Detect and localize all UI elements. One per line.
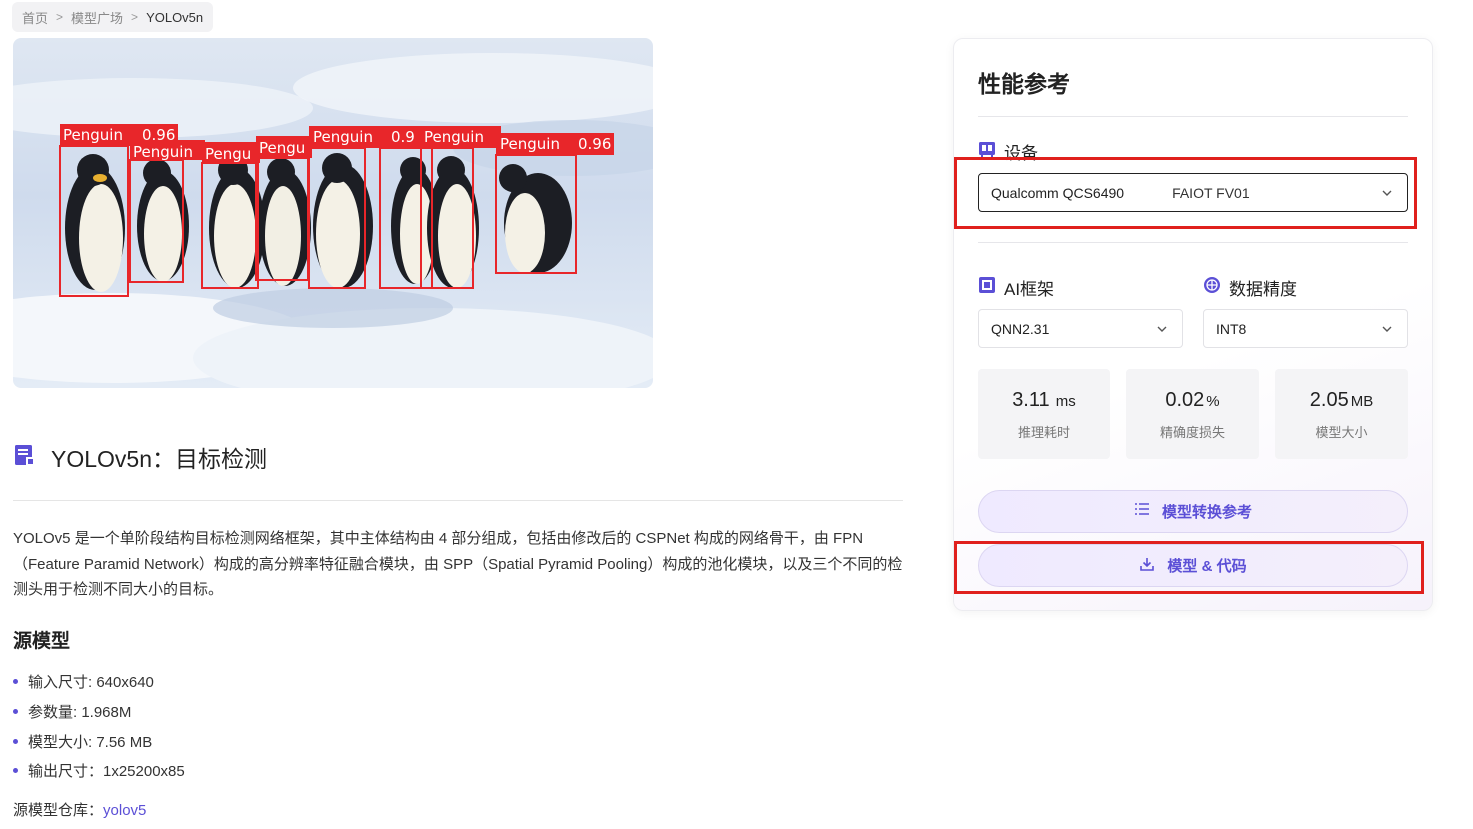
framework-icon (978, 276, 996, 299)
framework-label: AI框架 (978, 275, 1054, 300)
source-repo: 源模型仓库：yolov5 (13, 799, 146, 820)
detection-label: Penguin (424, 128, 484, 146)
precision-select[interactable]: INT8 (1203, 309, 1408, 348)
metric-value: 2.05 (1309, 389, 1349, 411)
divider (978, 116, 1408, 117)
framework-select[interactable]: QNN2.31 (978, 309, 1183, 348)
metric-latency: 3.11 ms 推理耗时 (978, 369, 1110, 459)
breadcrumb-current: YOLOv5n (146, 9, 204, 25)
convert-button-label: 模型转换参考 (1161, 504, 1252, 521)
detection-score: 0.9 (391, 128, 415, 146)
metric-value: 0.02 (1165, 389, 1205, 411)
detection-example-image: Penguin 0.96 Penguin Pengu Pengu Penguin… (13, 38, 653, 388)
performance-panel: 性能参考 设备 Qualcomm QCS6490 FAIOT FV01 AI框架… (953, 38, 1433, 611)
framework-label-text: AI框架 (1004, 280, 1055, 299)
document-icon (13, 443, 37, 472)
detection-label: Penguin (133, 143, 193, 161)
annotation-box-download (954, 541, 1424, 594)
framework-value: QNN2.31 (991, 320, 1050, 337)
metric-unit: ms (1051, 393, 1076, 410)
bullet-icon (13, 679, 18, 685)
breadcrumb: 首页 > 模型广场 > YOLOv5n (12, 2, 214, 32)
metric-label: 推理耗时 (1017, 425, 1070, 440)
precision-label-text: 数据精度 (1229, 280, 1297, 299)
annotation-box-device (954, 157, 1417, 229)
metric-model-size: 2.05 MB 模型大小 (1275, 369, 1408, 459)
model-title-row: YOLOv5n：目标检测 (13, 440, 267, 474)
metric-label: 模型大小 (1315, 425, 1368, 440)
detection-label: Penguin (63, 126, 123, 144)
list-item: 输入尺寸: 640x640 (13, 667, 185, 697)
repo-link[interactable]: yolov5 (103, 802, 146, 819)
chevron-right-icon: > (56, 10, 64, 24)
spec-text: 参数量: 1.968M (28, 704, 132, 722)
source-model-heading: 源模型 (13, 631, 71, 652)
convert-reference-button[interactable]: 模型转换参考 (978, 490, 1408, 533)
divider (13, 500, 903, 501)
breadcrumb-models[interactable]: 模型广场 (71, 8, 123, 27)
metric-label: 精确度损失 (1159, 425, 1225, 440)
chevron-down-icon (1381, 322, 1393, 338)
spec-text: 输入尺寸: 640x640 (28, 674, 154, 692)
metric-value: 3.11 (1012, 389, 1050, 411)
bullet-icon (13, 768, 18, 774)
spec-text: 模型大小: 7.56 MB (28, 733, 153, 751)
list-item: 输出尺寸：1x25200x85 (13, 756, 185, 786)
metric-unit: % (1206, 393, 1220, 410)
model-description: YOLOv5 是一个单阶段结构目标检测网络框架，其中主体结构由 4 部分组成，包… (13, 530, 903, 598)
metric-accuracy-loss: 0.02% 精确度损失 (1126, 369, 1259, 459)
divider (978, 242, 1408, 243)
detection-score: 0.96 (578, 135, 611, 153)
detection-label: Pengu (205, 145, 251, 163)
metric-unit: MB (1350, 393, 1374, 410)
detection-label: Penguin (313, 128, 373, 146)
globe-icon (1203, 276, 1221, 299)
chevron-down-icon (1156, 322, 1168, 338)
precision-value: INT8 (1216, 320, 1247, 337)
repo-label: 源模型仓库： (13, 802, 104, 819)
precision-label: 数据精度 (1203, 275, 1297, 300)
bullet-icon (13, 738, 18, 744)
detection-label: Penguin (500, 135, 560, 153)
page-title: YOLOv5n：目标检测 (51, 446, 267, 472)
bullet-icon (13, 709, 18, 715)
list-item: 模型大小: 7.56 MB (13, 726, 185, 756)
chevron-right-icon: > (131, 10, 139, 24)
spec-text: 输出尺寸：1x25200x85 (28, 763, 185, 781)
list-item: 参数量: 1.968M (13, 697, 185, 727)
detection-label: Pengu (259, 139, 305, 157)
list-icon (1134, 502, 1150, 522)
spec-list: 输入尺寸: 640x640 参数量: 1.968M 模型大小: 7.56 MB … (13, 667, 185, 786)
breadcrumb-home[interactable]: 首页 (22, 8, 48, 27)
panel-title: 性能参考 (978, 71, 1070, 97)
